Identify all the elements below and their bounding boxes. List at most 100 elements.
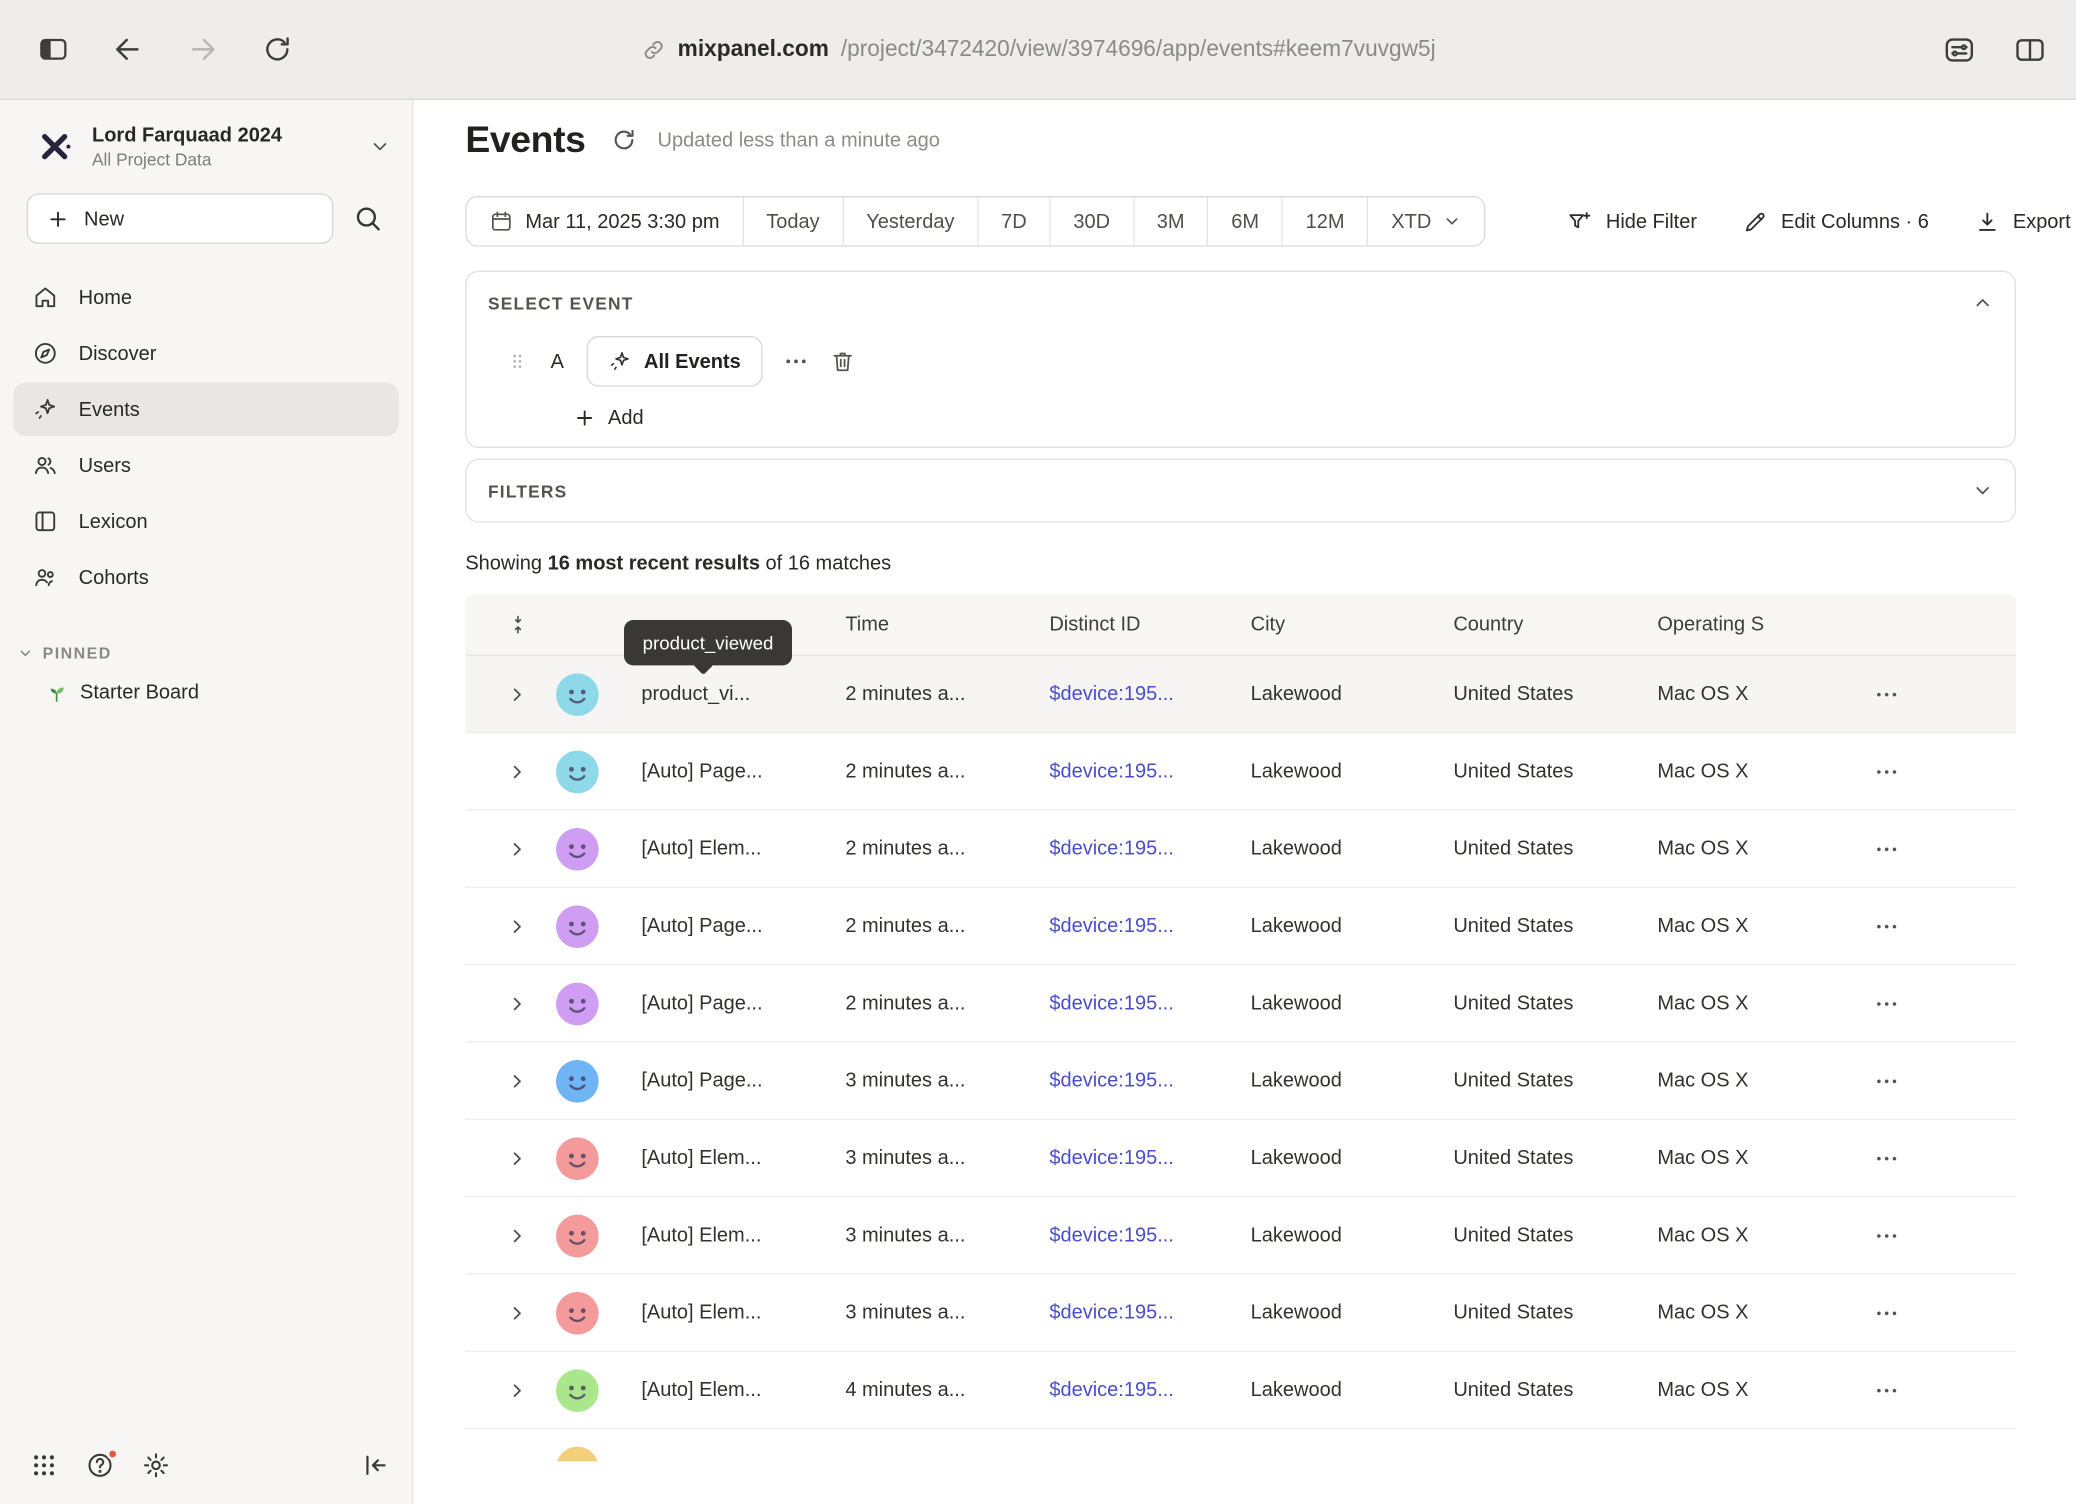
distinct-id-link[interactable]: $device:195...: [1049, 992, 1250, 1015]
event-name-cell: [Auto] Elem...: [599, 837, 846, 860]
sidebar-toggle-icon[interactable]: [37, 33, 69, 65]
row-more-options-icon[interactable]: [1860, 990, 1913, 1017]
more-options-icon[interactable]: [782, 348, 809, 375]
table-row[interactable]: [Auto] Elem... 3 minutes a... $device:19…: [465, 1197, 2016, 1274]
sidebar-item-discover[interactable]: Discover: [13, 327, 398, 380]
distinct-id-link[interactable]: $device:195...: [1049, 837, 1250, 860]
table-row[interactable]: [Auto] Elem... 3 minutes a... $device:19…: [465, 1120, 2016, 1197]
edit-columns-button[interactable]: Edit Columns · 6: [1742, 209, 1928, 234]
row-more-options-icon[interactable]: [1860, 1377, 1913, 1404]
column-header-time[interactable]: Time: [845, 613, 1049, 636]
collapse-rows-icon[interactable]: [507, 613, 530, 636]
range-today[interactable]: Today: [742, 197, 842, 245]
results-summary: Showing 16 most recent results of 16 mat…: [465, 552, 2076, 575]
forward-icon[interactable]: [187, 33, 219, 65]
sidebar-item-starter-board[interactable]: Starter Board: [0, 681, 412, 704]
row-expand-chevron-icon[interactable]: [465, 1225, 556, 1246]
hide-filter-button[interactable]: Hide Filter: [1567, 209, 1697, 234]
export-button[interactable]: Export: [1974, 209, 2070, 234]
table-row[interactable]: [Auto] Page... 2 minutes a... $device:19…: [465, 965, 2016, 1042]
row-more-options-icon[interactable]: [1860, 1222, 1913, 1249]
range-7d[interactable]: 7D: [977, 197, 1049, 245]
row-expand-chevron-icon[interactable]: [465, 1302, 556, 1323]
column-header-city[interactable]: City: [1251, 613, 1454, 636]
city-cell: Lakewood: [1251, 915, 1454, 938]
distinct-id-link[interactable]: $device:195...: [1049, 1224, 1250, 1247]
distinct-id-link[interactable]: $device:195...: [1049, 1301, 1250, 1324]
table-row[interactable]: [465, 1429, 2016, 1461]
event-selector-chip[interactable]: All Events: [587, 336, 762, 387]
column-header-distinct-id[interactable]: Distinct ID: [1049, 613, 1250, 636]
distinct-id-link[interactable]: $device:195...: [1049, 683, 1250, 706]
table-row[interactable]: [Auto] Elem... 2 minutes a... $device:19…: [465, 811, 2016, 888]
table-row[interactable]: [Auto] Elem... 4 minutes a... $device:19…: [465, 1352, 2016, 1429]
add-event-button[interactable]: Add: [573, 407, 643, 430]
row-expand-chevron-icon[interactable]: [465, 1070, 556, 1091]
drag-handle-icon[interactable]: [507, 351, 528, 372]
chevron-down-icon[interactable]: [1972, 480, 1993, 501]
row-more-options-icon[interactable]: [1860, 1299, 1913, 1326]
row-expand-chevron-icon[interactable]: [465, 683, 556, 704]
distinct-id-link[interactable]: $device:195...: [1049, 1147, 1250, 1170]
sidebar-item-users[interactable]: Users: [13, 439, 398, 492]
table-row[interactable]: [Auto] Page... 3 minutes a... $device:19…: [465, 1043, 2016, 1120]
time-cell: 2 minutes a...: [845, 760, 1049, 783]
split-view-icon[interactable]: [2013, 33, 2046, 66]
row-expand-chevron-icon[interactable]: [465, 993, 556, 1014]
address-bar[interactable]: mixpanel.com/project/3472420/view/397469…: [640, 36, 1435, 63]
site-settings-icon[interactable]: [1943, 33, 1976, 66]
back-icon[interactable]: [112, 33, 144, 65]
range-xtd[interactable]: XTD: [1367, 197, 1484, 245]
seedling-icon: [45, 681, 68, 704]
range-3m[interactable]: 3M: [1133, 197, 1207, 245]
range-12m[interactable]: 12M: [1282, 197, 1368, 245]
row-expand-chevron-icon[interactable]: [465, 915, 556, 936]
sidebar-item-events[interactable]: Events: [13, 383, 398, 436]
pinned-section-header[interactable]: PINNED: [0, 644, 412, 663]
chevron-up-icon[interactable]: [1972, 292, 1993, 313]
row-expand-chevron-icon[interactable]: [465, 1147, 556, 1168]
apps-grid-icon[interactable]: [29, 1451, 58, 1480]
row-more-options-icon[interactable]: [1860, 1067, 1913, 1094]
row-expand-chevron-icon[interactable]: [465, 761, 556, 782]
browser-toolbar: mixpanel.com/project/3472420/view/397469…: [0, 0, 2076, 100]
city-cell: Lakewood: [1251, 1147, 1454, 1170]
row-more-options-icon[interactable]: [1860, 1145, 1913, 1172]
column-header-os[interactable]: Operating S: [1657, 613, 1860, 636]
range-yesterday[interactable]: Yesterday: [842, 197, 977, 245]
row-expand-chevron-icon[interactable]: [465, 838, 556, 859]
distinct-id-link[interactable]: $device:195...: [1049, 760, 1250, 783]
browser-nav-controls: [37, 33, 293, 65]
refresh-icon[interactable]: [611, 127, 638, 154]
table-row[interactable]: [Auto] Page... 2 minutes a... $device:19…: [465, 733, 2016, 810]
new-button[interactable]: New: [27, 193, 334, 244]
collapse-sidebar-icon[interactable]: [361, 1451, 390, 1480]
table-row[interactable]: [Auto] Page... 2 minutes a... $device:19…: [465, 888, 2016, 965]
table-row[interactable]: [Auto] Elem... 3 minutes a... $device:19…: [465, 1275, 2016, 1352]
date-picker-button[interactable]: Mar 11, 2025 3:30 pm: [467, 197, 743, 245]
distinct-id-link[interactable]: $device:195...: [1049, 1379, 1250, 1402]
time-cell: 3 minutes a...: [845, 1147, 1049, 1170]
distinct-id-link[interactable]: $device:195...: [1049, 1069, 1250, 1092]
row-expand-chevron-icon[interactable]: [465, 1379, 556, 1400]
download-icon: [1974, 209, 1999, 234]
sidebar-item-lexicon[interactable]: Lexicon: [13, 495, 398, 548]
trash-icon[interactable]: [829, 348, 856, 375]
range-6m[interactable]: 6M: [1207, 197, 1281, 245]
project-selector[interactable]: Lord Farquaad 2024 All Project Data: [0, 100, 412, 183]
row-more-options-icon[interactable]: [1860, 681, 1913, 708]
range-30d[interactable]: 30D: [1049, 197, 1132, 245]
distinct-id-link[interactable]: $device:195...: [1049, 915, 1250, 938]
row-more-options-icon[interactable]: [1860, 758, 1913, 785]
event-name-cell: [Auto] Elem...: [599, 1379, 846, 1402]
row-more-options-icon[interactable]: [1860, 913, 1913, 940]
sidebar-item-home[interactable]: Home: [13, 271, 398, 324]
select-event-title: SELECT EVENT: [488, 293, 634, 313]
row-more-options-icon[interactable]: [1860, 835, 1913, 862]
sidebar-item-label: Cohorts: [79, 566, 149, 589]
gear-icon[interactable]: [141, 1451, 170, 1480]
sidebar-item-cohorts[interactable]: Cohorts: [13, 551, 398, 604]
column-header-country[interactable]: Country: [1453, 613, 1657, 636]
search-icon[interactable]: [352, 203, 384, 235]
reload-icon[interactable]: [261, 33, 293, 65]
